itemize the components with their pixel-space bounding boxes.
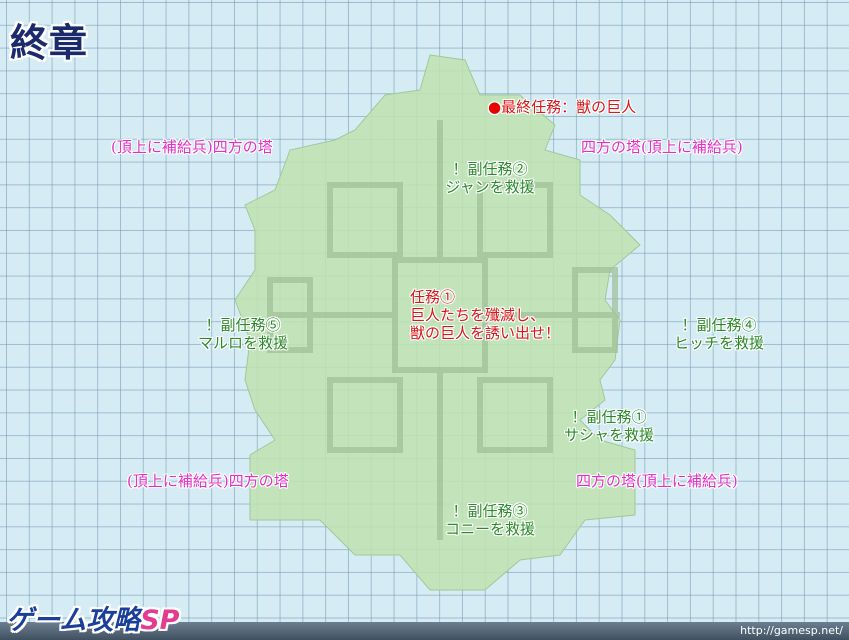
- site-logo[interactable]: ゲーム攻略SP: [6, 598, 179, 637]
- sub-mission-2-desc: ジャンを救援: [445, 178, 535, 196]
- boss-mission-label[interactable]: ●最終任務：獣の巨人: [488, 98, 636, 116]
- main-mission-line-1: 巨人たちを殲滅し、: [410, 306, 546, 324]
- site-url[interactable]: http://gamesp.net/: [740, 624, 843, 637]
- sub-mission-2[interactable]: ！副任務② ジャンを救援: [445, 160, 534, 196]
- sub-mission-1[interactable]: ！副任務① サシャを救援: [564, 408, 654, 444]
- logo-sp-text: SP: [140, 605, 180, 636]
- main-mission-number: 任務①: [410, 288, 456, 306]
- sub-mission-5[interactable]: ！副任務⑤ マルロを救援: [198, 316, 288, 352]
- sub-mission-3[interactable]: ！副任務③ コニーを救援: [445, 502, 535, 538]
- sub-mission-3-title: ！副任務③: [452, 502, 528, 520]
- tower-bottom-right[interactable]: 四方の塔(頂上に補給兵): [576, 472, 738, 490]
- sub-mission-4[interactable]: ！副任務④ ヒッチを救援: [674, 316, 764, 352]
- tower-bottom-left[interactable]: (頂上に補給兵)四方の塔: [127, 472, 289, 490]
- sub-mission-5-desc: マルロを救援: [197, 334, 289, 352]
- sub-mission-1-desc: サシャを救援: [563, 426, 655, 444]
- sub-mission-3-desc: コニーを救援: [444, 520, 536, 538]
- boss-marker-icon: ●: [488, 98, 502, 116]
- sub-mission-2-title: ！副任務②: [452, 160, 528, 178]
- tower-bottom-right-label: 四方の塔(頂上に補給兵): [576, 472, 738, 490]
- tower-bottom-left-label: (頂上に補給兵)四方の塔: [127, 472, 289, 490]
- tower-top-left-label: (頂上に補給兵)四方の塔: [111, 138, 273, 156]
- sub-mission-4-title: ！副任務④: [681, 316, 757, 334]
- tower-top-right[interactable]: 四方の塔(頂上に補給兵): [581, 138, 743, 156]
- sub-mission-1-title: ！副任務①: [571, 408, 647, 426]
- sub-mission-4-desc: ヒッチを救援: [673, 334, 765, 352]
- main-mission-line-2: 獣の巨人を誘い出せ！: [410, 324, 561, 342]
- sub-mission-5-title: ！副任務⑤: [205, 316, 281, 334]
- logo-text: ゲーム攻略: [6, 605, 141, 636]
- main-mission-label[interactable]: 任務① 巨人たちを殲滅し、 獣の巨人を誘い出せ！: [410, 288, 560, 342]
- boss-mission-text: 最終任務：獣の巨人: [501, 98, 637, 116]
- tower-top-right-label: 四方の塔(頂上に補給兵): [581, 138, 743, 156]
- page-title: 終章: [10, 21, 89, 65]
- tower-top-left[interactable]: (頂上に補給兵)四方の塔: [111, 138, 273, 156]
